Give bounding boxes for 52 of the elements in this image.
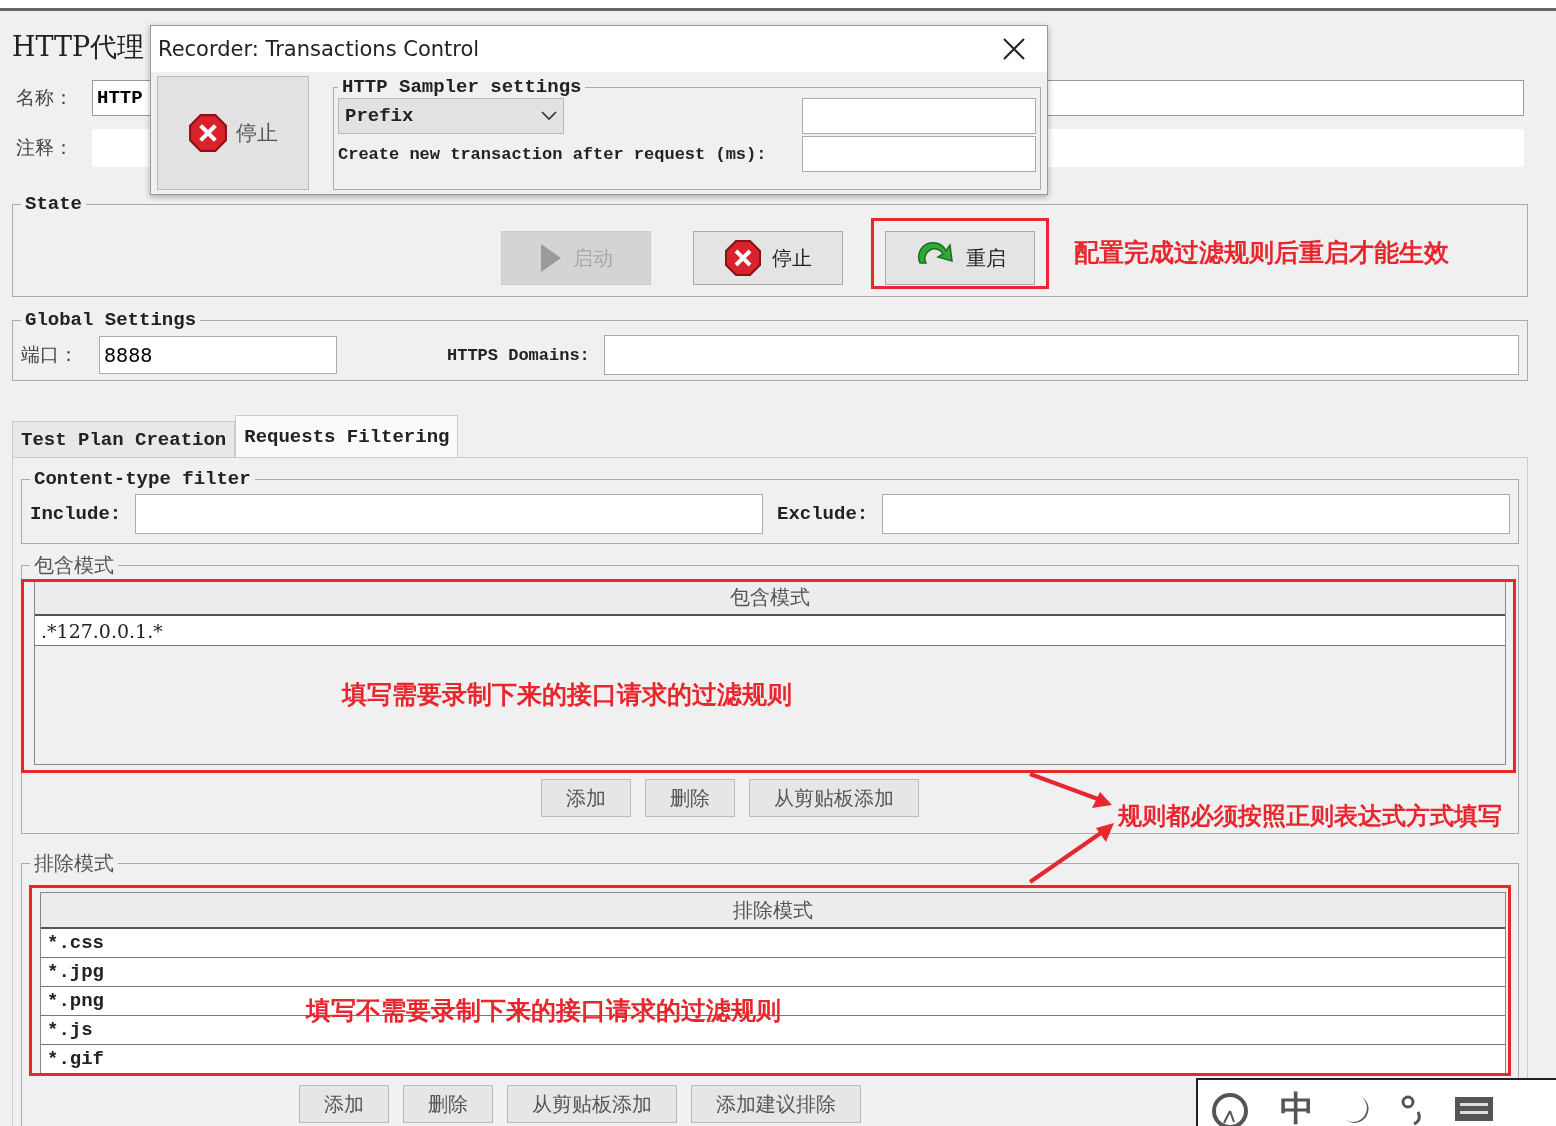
state-button[interactable]: 停止	[693, 231, 843, 285]
table-action-button[interactable]: 添加建议排除	[691, 1085, 861, 1123]
group-title: Global Settings	[24, 309, 198, 331]
stop-button[interactable]: 停止	[157, 76, 309, 190]
field-label: Include:	[30, 503, 122, 525]
input-mode-indicator[interactable]: 中	[1280, 1086, 1314, 1126]
field-label: 注释：	[16, 135, 74, 160]
table-action-button[interactable]: 添加	[541, 779, 631, 817]
table-action-button[interactable]: 从剪贴板添加	[749, 779, 919, 817]
field-label: 名称：	[16, 85, 74, 110]
group-title: 包含模式	[33, 552, 115, 579]
table-cell[interactable]: *.js	[47, 1019, 93, 1041]
table-cell[interactable]: *.jpg	[47, 961, 104, 983]
group-title: HTTP Sampler settings	[341, 76, 583, 98]
field-label: HTTPS Domains:	[447, 345, 590, 365]
table-cell[interactable]: *.png	[47, 990, 104, 1012]
table-action-button[interactable]: 删除	[645, 779, 735, 817]
https-domains-field[interactable]	[603, 335, 1519, 375]
annotation-text: 填写需要录制下来的接口请求的过滤规则	[342, 679, 792, 711]
stop-icon	[188, 113, 228, 153]
prefix-field[interactable]	[802, 98, 1036, 134]
include-field[interactable]	[135, 494, 763, 534]
annotation-text: 配置完成过滤规则后重启才能生效	[1074, 237, 1449, 269]
chevron-down-icon	[541, 111, 557, 121]
dialog-title: Recorder: Transactions Control	[158, 37, 480, 61]
close-icon[interactable]	[1003, 38, 1025, 60]
group-title: State	[24, 193, 83, 215]
prefix-dropdown[interactable]: Prefix	[338, 98, 564, 134]
panel-title: HTTP代理	[12, 30, 145, 64]
exclude-field[interactable]	[882, 494, 1510, 534]
column-header: 排除模式	[41, 893, 1505, 929]
keyboard-icon[interactable]	[1454, 1095, 1494, 1123]
column-header: 包含模式	[35, 580, 1505, 616]
field-label: 端口：	[21, 342, 79, 367]
table-cell[interactable]: *.gif	[47, 1048, 104, 1070]
group-title: Content-type filter	[33, 468, 252, 490]
table-cell[interactable]: *.css	[47, 932, 104, 954]
annotation-text: 规则都必须按照正则表达式方式填写	[1118, 801, 1502, 832]
transaction-delay-field[interactable]	[802, 136, 1036, 172]
table-action-button[interactable]: 从剪贴板添加	[507, 1085, 677, 1123]
table-cell[interactable]: .*127.0.0.1.*	[35, 616, 1505, 646]
play-icon	[539, 242, 563, 274]
field-label: Exclude:	[777, 503, 869, 525]
group-title: 排除模式	[33, 850, 115, 877]
tab[interactable]: Test Plan Creation	[12, 421, 236, 457]
state-button[interactable]: 重启	[885, 231, 1035, 285]
field-label: Create new transaction after request (ms):	[338, 144, 768, 164]
tab[interactable]: Requests Filtering	[235, 415, 459, 457]
table-action-button[interactable]: 添加	[299, 1085, 389, 1123]
port-field[interactable]: 8888	[99, 336, 337, 374]
stop-icon	[724, 239, 762, 277]
table-action-button[interactable]: 删除	[403, 1085, 493, 1123]
